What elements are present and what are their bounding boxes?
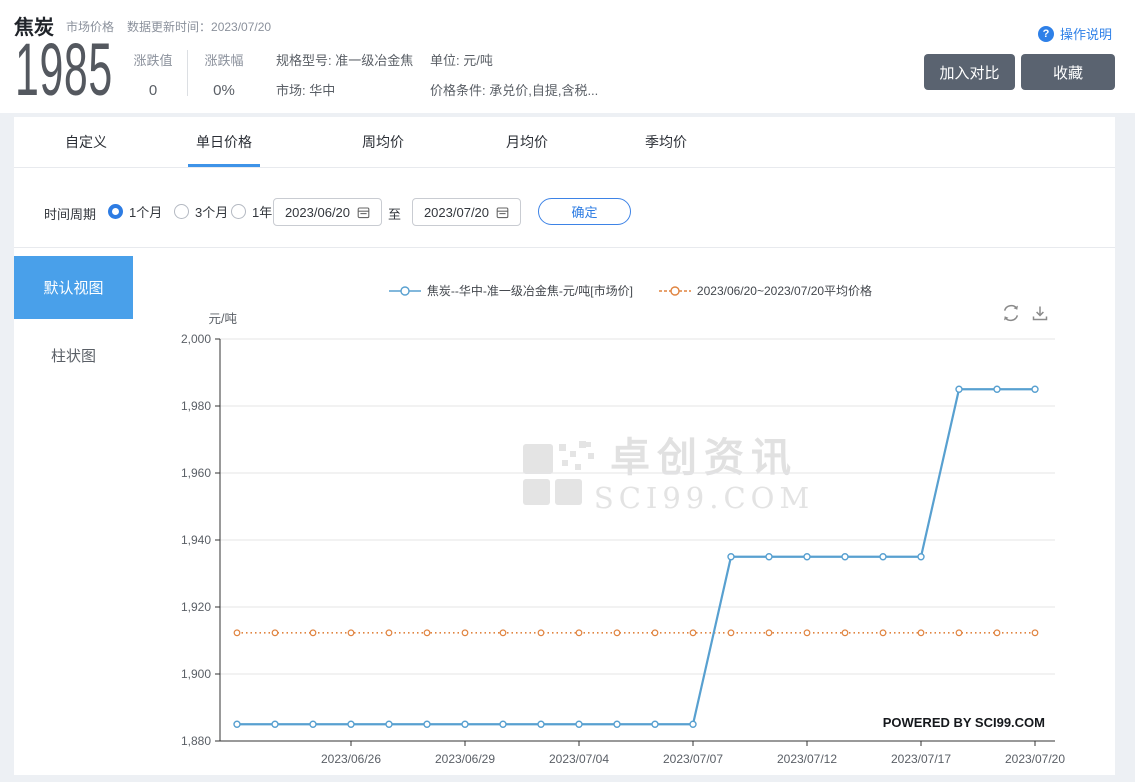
add-compare-button[interactable]: 加入对比 bbox=[924, 54, 1015, 90]
sidebar-item-default-view[interactable]: 默认视图 bbox=[14, 256, 133, 319]
chart-toolbar bbox=[1001, 303, 1050, 323]
update-time: 数据更新时间：2023/07/20 bbox=[127, 20, 272, 34]
period-label: 时间周期 bbox=[44, 207, 97, 222]
radio-1-month[interactable]: 1个月 bbox=[108, 202, 162, 221]
change-pct-block: 涨跌幅 0% bbox=[195, 50, 253, 99]
svg-text:1,880: 1,880 bbox=[181, 734, 211, 748]
market-region: 市场: 华中 bbox=[276, 83, 336, 98]
svg-text:2,000: 2,000 bbox=[181, 332, 211, 346]
unit-label: 单位: 元/吨 bbox=[430, 53, 493, 68]
tab-daily-price[interactable]: 单日价格 bbox=[196, 132, 252, 152]
tabs-filter-card: 自定义 单日价格 周均价 月均价 季均价 时间周期 1个月 3个月 1年 202… bbox=[14, 117, 1115, 247]
tab-weekly-avg[interactable]: 周均价 bbox=[362, 132, 404, 152]
tab-quarterly-avg[interactable]: 季均价 bbox=[645, 132, 687, 152]
legend-item-series[interactable]: 焦炭--华中-准一级冶金焦-元/吨[市场价] bbox=[388, 282, 633, 299]
tab-monthly-avg[interactable]: 月均价 bbox=[506, 132, 548, 152]
svg-text:1,980: 1,980 bbox=[181, 399, 211, 413]
svg-text:2023/07/04: 2023/07/04 bbox=[549, 752, 609, 766]
change-value-block: 涨跌值 0 bbox=[124, 50, 182, 99]
page-header: 焦炭 市场价格 数据更新时间：2023/07/20 ? 操作说明 1985 涨跌… bbox=[0, 0, 1135, 113]
radio-dot bbox=[108, 204, 123, 219]
chart-card: 默认视图 柱状图 焦炭--华中-准一级冶金焦-元/吨[市场价] 2023/06/… bbox=[14, 247, 1115, 775]
svg-text:2023/07/20: 2023/07/20 bbox=[1005, 752, 1065, 766]
svg-text:2023/07/07: 2023/07/07 bbox=[663, 752, 723, 766]
change-value: 0 bbox=[148, 82, 158, 99]
calendar-icon bbox=[496, 206, 509, 218]
refresh-icon[interactable] bbox=[1001, 303, 1021, 323]
tab-custom[interactable]: 自定义 bbox=[65, 132, 107, 152]
powered-by: POWERED BY SCI99.COM bbox=[883, 715, 1045, 730]
radio-dot bbox=[174, 204, 189, 219]
question-icon: ? bbox=[1038, 25, 1054, 42]
calendar-icon bbox=[357, 206, 370, 218]
sidebar-item-bar-chart[interactable]: 柱状图 bbox=[14, 345, 133, 365]
svg-text:1,900: 1,900 bbox=[181, 667, 211, 681]
price-condition: 价格条件: 承兑价,自提,含税... bbox=[430, 83, 599, 98]
line-marker-icon bbox=[388, 285, 421, 296]
svg-text:1,960: 1,960 bbox=[181, 466, 211, 480]
svg-text:2023/06/29: 2023/06/29 bbox=[435, 752, 495, 766]
svg-text:1,940: 1,940 bbox=[181, 533, 211, 547]
dashed-line-marker-icon bbox=[658, 285, 691, 296]
radio-3-month[interactable]: 3个月 bbox=[174, 202, 228, 221]
favorite-button[interactable]: 收藏 bbox=[1021, 54, 1115, 90]
change-value-label: 涨跌值 bbox=[133, 53, 173, 68]
chart-legend: 焦炭--华中-准一级冶金焦-元/吨[市场价] 2023/06/20~2023/0… bbox=[206, 282, 1055, 299]
price-line-chart[interactable]: 卓创资讯 SCI99.COM 元/吨 POWERED BY SCI99.COM … bbox=[14, 248, 1115, 776]
radio-dot bbox=[231, 204, 246, 219]
divider bbox=[187, 50, 188, 96]
change-pct-label: 涨跌幅 bbox=[204, 53, 244, 68]
svg-text:2023/06/26: 2023/06/26 bbox=[321, 752, 381, 766]
start-date-input[interactable]: 2023/06/20 bbox=[273, 198, 382, 226]
svg-text:2023/07/17: 2023/07/17 bbox=[891, 752, 951, 766]
change-pct-value: 0% bbox=[213, 82, 235, 99]
svg-text:2023/07/12: 2023/07/12 bbox=[777, 752, 837, 766]
y-axis-unit: 元/吨 bbox=[209, 312, 238, 326]
help-link[interactable]: ? 操作说明 bbox=[1038, 24, 1112, 43]
svg-text:1,920: 1,920 bbox=[181, 600, 211, 614]
help-label: 操作说明 bbox=[1060, 27, 1113, 42]
radio-1-year[interactable]: 1年 bbox=[231, 202, 272, 221]
confirm-button[interactable]: 确定 bbox=[538, 198, 631, 225]
download-icon[interactable] bbox=[1030, 303, 1050, 323]
spec-model: 规格型号: 准一级冶金焦 bbox=[276, 53, 414, 68]
current-price: 1985 bbox=[15, 28, 113, 111]
date-range-separator: 至 bbox=[388, 207, 402, 222]
legend-item-average[interactable]: 2023/06/20~2023/07/20平均价格 bbox=[658, 282, 872, 299]
end-date-input[interactable]: 2023/07/20 bbox=[412, 198, 521, 226]
divider bbox=[14, 167, 1115, 168]
watermark-en: SCI99.COM bbox=[594, 481, 814, 515]
